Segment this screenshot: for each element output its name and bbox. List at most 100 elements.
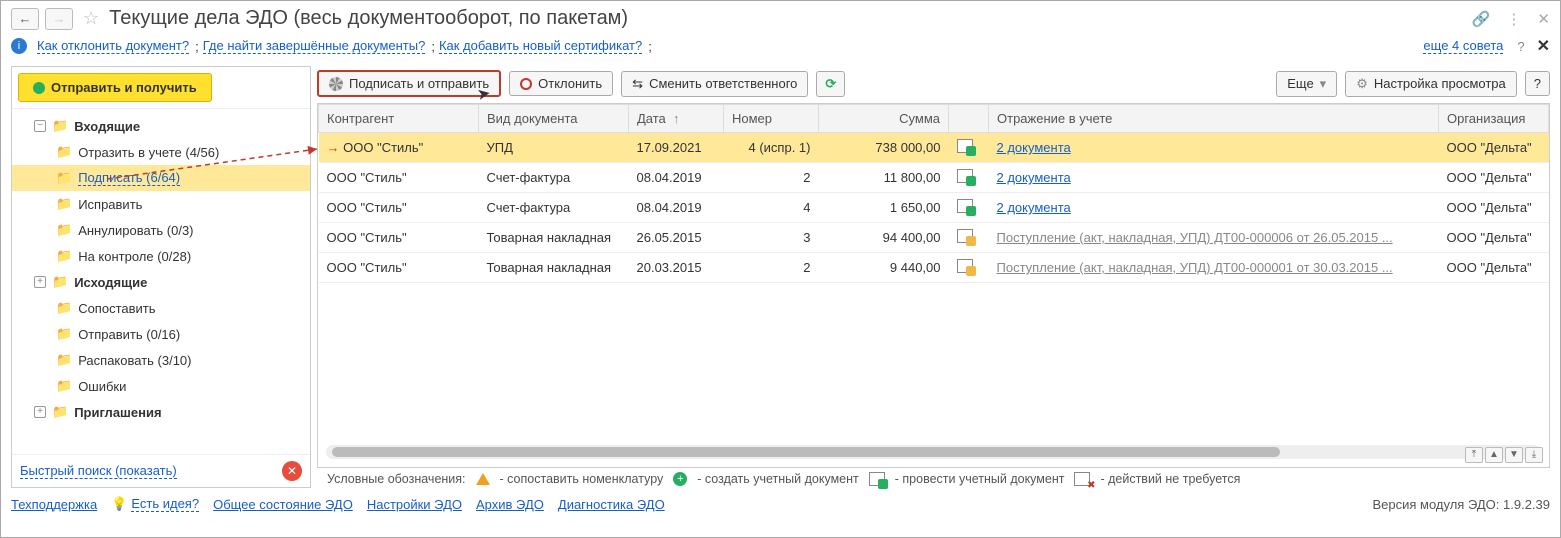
clear-filter-button[interactable]: ✕ [282, 461, 302, 481]
link-icon[interactable]: 🔗 [1472, 10, 1491, 28]
reflection-link[interactable]: 2 документа [997, 170, 1071, 185]
folder-icon: 📁 [56, 170, 72, 186]
view-settings-label: Настройка просмотра [1374, 76, 1506, 91]
legend-title: Условные обозначения: [327, 472, 466, 486]
scroll-down-button[interactable]: ▼ [1505, 447, 1523, 463]
tree-item[interactable]: 📁Отразить в учете (4/56) [12, 139, 310, 165]
idea-link[interactable]: Есть идея? [131, 496, 199, 512]
col-counterparty[interactable]: Контрагент [319, 105, 479, 133]
edo-diagnostics-link[interactable]: Диагностика ЭДО [558, 497, 665, 512]
send-receive-button[interactable]: Отправить и получить [18, 73, 212, 102]
horizontal-scrollbar[interactable] [326, 445, 1541, 459]
favorite-star-icon[interactable]: ☆ [83, 8, 99, 29]
support-link[interactable]: Техподдержка [11, 497, 97, 512]
cell-number: 3 [724, 223, 819, 253]
send-receive-label: Отправить и получить [51, 80, 197, 95]
more-menu-button[interactable]: Еще ▾ [1276, 71, 1337, 97]
tree-item[interactable]: 📁Аннулировать (0/3) [12, 217, 310, 243]
nav-forward-button[interactable]: → [45, 8, 73, 30]
cell-reflection: 2 документа [989, 133, 1439, 163]
close-window-icon[interactable]: ✕ [1537, 10, 1550, 28]
cell-doctype: УПД [479, 133, 629, 163]
cell-org: ООО "Дельта" [1439, 223, 1549, 253]
tree-item[interactable]: 📁Распаковать (3/10) [12, 347, 310, 373]
cell-status [949, 223, 989, 253]
tip-link-reject[interactable]: Как отклонить документ? [37, 38, 189, 54]
status-icon [957, 259, 973, 273]
col-doctype[interactable]: Вид документа [479, 105, 629, 133]
table-row[interactable]: ООО "Стиль"Счет-фактура08.04.2019211 800… [319, 163, 1549, 193]
reflection-link[interactable]: Поступление (акт, накладная, УПД) ДТ00-0… [997, 230, 1393, 245]
tree-item[interactable]: 📁На контроле (0/28) [12, 243, 310, 269]
tree-item-label: Входящие [74, 119, 140, 134]
cell-doctype: Товарная накладная [479, 253, 629, 283]
col-sum[interactable]: Сумма [819, 105, 949, 133]
reassign-label: Сменить ответственного [649, 76, 797, 91]
col-org[interactable]: Организация [1439, 105, 1549, 133]
cell-status [949, 253, 989, 283]
tree-item[interactable]: 📁 Ошибки [12, 373, 310, 399]
tree-item[interactable]: 📁Исправить [12, 191, 310, 217]
tips-help-icon[interactable]: ? [1517, 39, 1524, 54]
cell-date: 08.04.2019 [629, 193, 724, 223]
tree-expander-icon[interactable]: + [34, 276, 46, 288]
help-button[interactable]: ? [1525, 71, 1550, 96]
folder-icon: 📁 [52, 118, 68, 134]
quick-search-link[interactable]: Быстрый поиск (показать) [20, 463, 177, 479]
table-row[interactable]: ООО "Стиль"Товарная накладная26.05.20153… [319, 223, 1549, 253]
col-date[interactable]: Дата ↑ [629, 105, 724, 133]
cell-reflection: Поступление (акт, накладная, УПД) ДТ00-0… [989, 223, 1439, 253]
tree-expander-icon[interactable]: + [34, 406, 46, 418]
reflection-link[interactable]: 2 документа [997, 140, 1071, 155]
reject-button[interactable]: Отклонить [509, 71, 613, 96]
col-reflection[interactable]: Отражение в учете [989, 105, 1439, 133]
documents-table: Контрагент Вид документа Дата ↑ Номер Су… [318, 104, 1549, 283]
col-status-icon[interactable] [949, 105, 989, 133]
reflection-link[interactable]: 2 документа [997, 200, 1071, 215]
refresh-icon: ⟳ [825, 76, 836, 92]
tip-link-certificate[interactable]: Как добавить новый сертификат? [439, 38, 642, 54]
refresh-button[interactable]: ⟳ [816, 71, 845, 97]
cell-sum: 9 440,00 [819, 253, 949, 283]
kebab-menu-icon[interactable]: ⋮ [1506, 10, 1521, 28]
tree-item-label: Ошибки [78, 379, 126, 394]
nav-back-button[interactable]: ← [11, 8, 39, 30]
scroll-bottom-button[interactable]: ⤓ [1525, 447, 1543, 463]
tree-item-label: Распаковать (3/10) [78, 353, 191, 368]
info-icon: i [11, 38, 27, 54]
swap-person-icon [632, 76, 643, 92]
scroll-top-button[interactable]: ⤒ [1465, 447, 1483, 463]
table-row[interactable]: → ООО "Стиль"УПД17.09.20214 (испр. 1)738… [319, 133, 1549, 163]
cell-reflection: 2 документа [989, 163, 1439, 193]
view-settings-button[interactable]: ⚙ Настройка просмотра [1345, 71, 1517, 97]
status-icon [957, 199, 973, 213]
scroll-up-button[interactable]: ▲ [1485, 447, 1503, 463]
tree-item[interactable]: −📁 Входящие [12, 113, 310, 139]
edo-status-link[interactable]: Общее состояние ЭДО [213, 497, 353, 512]
tips-close-icon[interactable]: ✕ [1537, 36, 1550, 56]
tree-expander-icon[interactable]: − [34, 120, 46, 132]
folder-tree: −📁Входящие📁Отразить в учете (4/56)📁Подпи… [12, 109, 310, 454]
cell-counterparty: → ООО "Стиль" [319, 133, 479, 163]
tree-item[interactable]: +📁Приглашения [12, 399, 310, 425]
cell-sum: 1 650,00 [819, 193, 949, 223]
table-row[interactable]: ООО "Стиль"Товарная накладная20.03.20152… [319, 253, 1549, 283]
reflection-link[interactable]: Поступление (акт, накладная, УПД) ДТ00-0… [997, 260, 1393, 275]
tree-item[interactable]: 📁Сопоставить [12, 295, 310, 321]
tip-link-completed[interactable]: Где найти завершённые документы? [203, 38, 426, 54]
sign-and-send-button[interactable]: Подписать и отправить [317, 70, 501, 97]
table-row[interactable]: ООО "Стиль"Счет-фактура08.04.201941 650,… [319, 193, 1549, 223]
edo-archive-link[interactable]: Архив ЭДО [476, 497, 544, 512]
col-number[interactable]: Номер [724, 105, 819, 133]
tree-item[interactable]: 📁 Отправить (0/16) [12, 321, 310, 347]
cell-counterparty: ООО "Стиль" [319, 253, 479, 283]
tree-item-label: Отправить (0/16) [78, 327, 180, 342]
tree-item[interactable]: +📁Исходящие [12, 269, 310, 295]
cell-status [949, 193, 989, 223]
edo-settings-link[interactable]: Настройки ЭДО [367, 497, 462, 512]
folder-icon: 📁 [56, 378, 72, 394]
folder-icon: 📁 [56, 326, 72, 342]
tree-item[interactable]: 📁Подписать (6/64) [12, 165, 310, 191]
reassign-button[interactable]: Сменить ответственного [621, 71, 808, 97]
tips-more-link[interactable]: еще 4 совета [1423, 38, 1503, 54]
